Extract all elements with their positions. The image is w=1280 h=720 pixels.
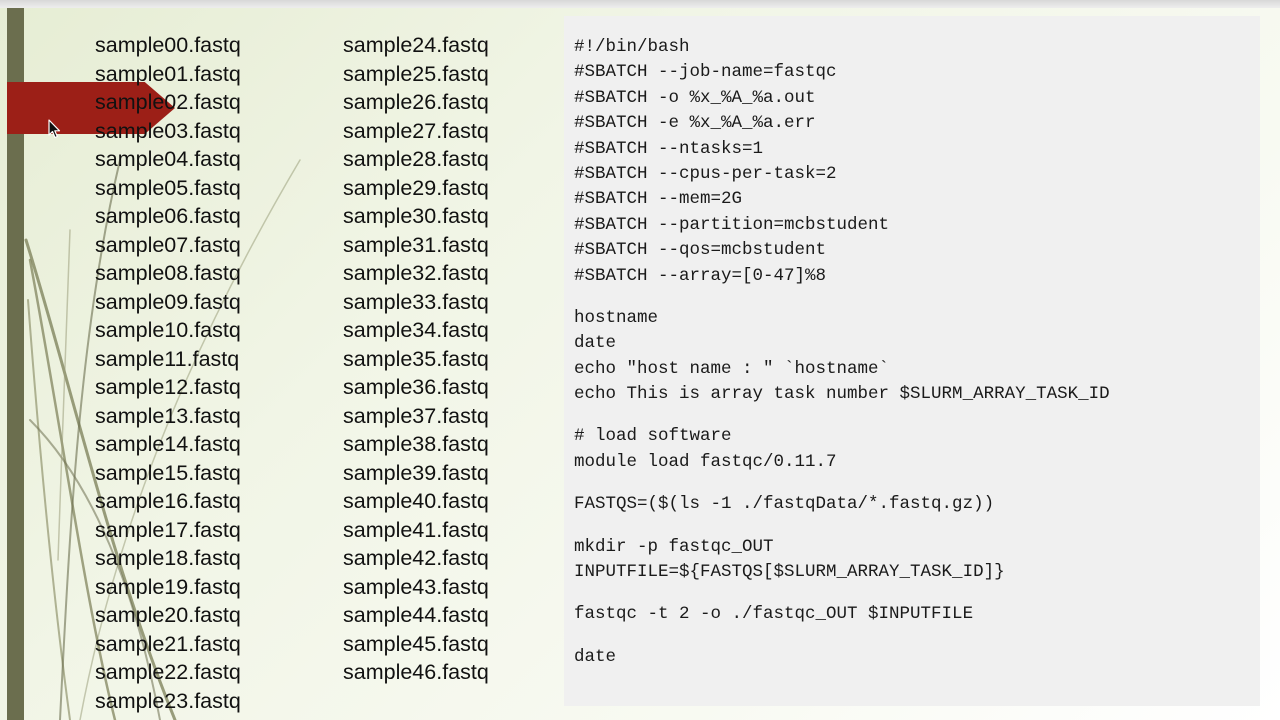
script-line: date	[574, 646, 617, 667]
file-list-item: sample12.fastq	[95, 375, 241, 399]
script-line: mkdir -p fastqc_OUT	[574, 536, 774, 557]
script-line: module load fastqc/0.11.7	[574, 451, 837, 472]
script-line: #SBATCH -e %x_%A_%a.err	[574, 113, 816, 134]
file-list-item: sample30.fastq	[343, 204, 489, 228]
file-list-item: sample34.fastq	[343, 318, 489, 342]
file-list-item: sample22.fastq	[95, 660, 241, 684]
script-line: fastqc -t 2 -o ./fastqc_OUT $INPUTFILE	[574, 604, 974, 625]
file-list-item: sample36.fastq	[343, 375, 489, 399]
file-list-item: sample03.fastq	[95, 118, 241, 143]
file-list-item: sample45.fastq	[343, 631, 489, 656]
script-block: hostname date echo "host name : " `hostnam…	[574, 306, 1260, 408]
script-line: #!/bin/bash	[574, 37, 690, 57]
file-list-item: sample42.fastq	[343, 546, 489, 570]
file-list-item: sample24.fastq	[343, 33, 489, 57]
file-list-item: sample28.fastq	[343, 147, 489, 171]
file-list-item: sample08.fastq	[95, 261, 241, 285]
script-block: fastqc -t 2 -o ./fastqc_OUT $INPUTFILE	[574, 602, 1260, 627]
file-list-item: sample11.fastq	[95, 346, 240, 371]
sbatch-script-panel: #!/bin/bash #SBATCH --job-name=fastqc #SBA…	[564, 16, 1260, 706]
script-block: date	[574, 645, 1260, 670]
file-list-item: sample38.fastq	[343, 432, 489, 456]
file-list-item: sample09.fastq	[95, 289, 241, 314]
file-list-item: sample07.fastq	[95, 232, 241, 257]
script-line: FASTQS=($(ls -1 ./fastqData/*.fastq.gz))	[574, 494, 995, 515]
file-list-item: sample20.fastq	[95, 603, 241, 627]
file-list-item: sample01.fastq	[95, 61, 241, 86]
file-list-item: sample44.fastq	[343, 603, 489, 627]
file-list-item: sample13.fastq	[95, 403, 241, 428]
file-list-item: sample32.fastq	[343, 261, 489, 285]
script-block: mkdir -p fastqc_OUT INPUTFILE=${FASTQS[$S…	[574, 535, 1260, 586]
file-list-item: sample27.fastq	[343, 118, 489, 143]
file-list-item: sample14.fastq	[95, 432, 241, 456]
file-list-item: sample21.fastq	[95, 631, 241, 656]
script-line: echo "host name : " `hostname`	[574, 358, 890, 379]
file-list-item: sample10.fastq	[95, 318, 241, 342]
file-list-item: sample23.fastq	[95, 688, 241, 713]
script-line: #SBATCH --mem=2G	[574, 189, 743, 210]
file-list-item: sample05.fastq	[95, 175, 241, 200]
file-list-item: sample39.fastq	[343, 460, 489, 485]
file-list-column-2: sample24.fastq sample25.fastq sample26.fas…	[343, 31, 489, 687]
script-line: echo This is array task number $SLURM_AR…	[574, 384, 1110, 405]
file-list-item: sample35.fastq	[343, 346, 489, 371]
file-list-item: sample26.fastq	[343, 90, 489, 114]
file-list-item: sample25.fastq	[343, 61, 489, 86]
file-list-item: sample02.fastq	[95, 90, 241, 114]
script-line: #SBATCH --array=[0-47]%8	[574, 265, 827, 286]
file-list-column-1: sample00.fastq sample01.fastq sample02.fas…	[95, 31, 241, 715]
script-line: #SBATCH --cpus-per-task=2	[574, 163, 837, 184]
script-line: #SBATCH --qos=mcbstudent	[574, 240, 827, 261]
file-list-item: sample17.fastq	[95, 517, 241, 542]
script-block: FASTQS=($(ls -1 ./fastqData/*.fastq.gz))	[574, 492, 1260, 517]
script-line: date	[574, 333, 617, 354]
script-block: # load software module load fastqc/0.11.7	[574, 424, 1260, 475]
file-list-item: sample16.fastq	[95, 489, 241, 513]
script-line: INPUTFILE=${FASTQS[$SLURM_ARRAY_TASK_ID]…	[574, 562, 1005, 583]
file-list-item: sample37.fastq	[343, 403, 489, 428]
file-list-item: sample15.fastq	[95, 460, 241, 485]
presentation-slide: sample00.fastq sample01.fastq sample02.fas…	[0, 0, 1280, 720]
file-list-item: sample00.fastq	[95, 33, 241, 57]
file-list-item: sample06.fastq	[95, 204, 241, 228]
file-list-item: sample18.fastq	[95, 546, 241, 570]
file-list-item: sample04.fastq	[95, 147, 241, 171]
mouse-cursor-icon	[48, 119, 61, 139]
file-list-item: sample31.fastq	[343, 232, 489, 257]
file-list-item: sample19.fastq	[95, 574, 241, 599]
file-list-item: sample41.fastq	[343, 517, 489, 542]
script-line: #SBATCH --job-name=fastqc	[574, 62, 837, 83]
script-line: #SBATCH --partition=mcbstudent	[574, 214, 890, 235]
file-list-item: sample46.fastq	[343, 660, 489, 684]
file-list-item: sample33.fastq	[343, 289, 489, 314]
script-block: #!/bin/bash #SBATCH --job-name=fastqc #SBA…	[574, 35, 1260, 289]
file-list-item: sample40.fastq	[343, 489, 489, 513]
file-list-item: sample29.fastq	[343, 175, 489, 200]
file-list-item: sample43.fastq	[343, 574, 489, 599]
script-line: hostname	[574, 307, 659, 328]
script-line: #SBATCH --ntasks=1	[574, 138, 764, 159]
script-line: # load software	[574, 426, 732, 447]
script-line: #SBATCH -o %x_%A_%a.out	[574, 87, 816, 108]
